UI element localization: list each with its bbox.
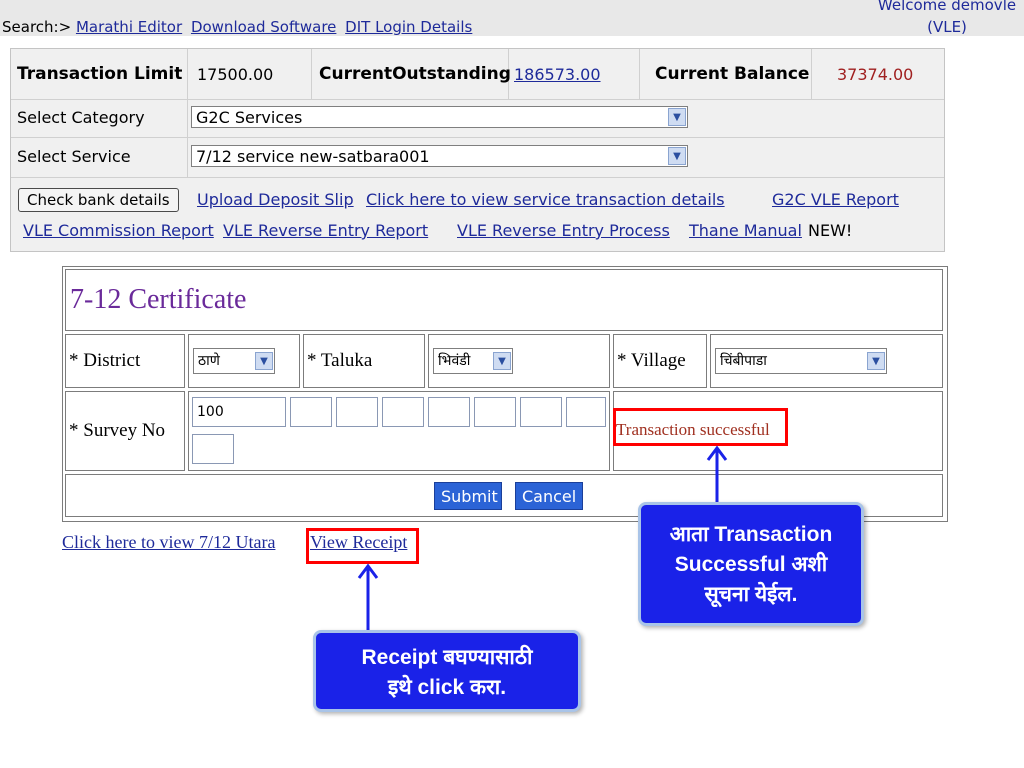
chevron-down-icon[interactable]: ▼ xyxy=(867,352,885,370)
divider xyxy=(187,49,188,177)
callout-line: सूचना येईल. xyxy=(704,583,798,606)
survey-subdivision-input[interactable] xyxy=(290,397,332,427)
callout-line: Receipt बघण्यासाठी xyxy=(361,646,533,669)
current-outstanding-link[interactable]: 186573.00 xyxy=(514,65,601,85)
select-category-label: Select Category xyxy=(17,108,145,127)
village-label: * Village xyxy=(617,350,686,371)
survey-label-cell: * Survey No xyxy=(65,391,185,471)
survey-inputs-cell: 100 xyxy=(188,391,610,471)
survey-subdivision-input[interactable] xyxy=(474,397,516,427)
vle-commission-report-link[interactable]: VLE Commission Report xyxy=(23,221,214,240)
welcome-user: Welcome demovle xyxy=(877,0,1017,14)
chevron-down-icon[interactable]: ▼ xyxy=(668,147,686,165)
divider xyxy=(311,49,312,99)
receipt-highlight xyxy=(306,528,419,564)
divider xyxy=(11,99,944,100)
village-selected: चिंबीपाडा xyxy=(720,353,767,369)
callout-line: Successful अशी xyxy=(674,553,828,576)
taluka-cell: भिवंडी ▼ xyxy=(428,334,610,388)
survey-label: * Survey No xyxy=(69,420,166,441)
g2c-vle-report-link[interactable]: G2C VLE Report xyxy=(772,190,899,209)
survey-number-input[interactable]: 100 xyxy=(192,397,286,427)
certificate-form: 7-12 Certificate * District ठाणे ▼ * Tal… xyxy=(62,266,948,522)
survey-subdivision-input[interactable] xyxy=(382,397,424,427)
taluka-selected: भिवंडी xyxy=(438,353,471,369)
view-utara-link[interactable]: Click here to view 7/12 Utara xyxy=(62,532,275,553)
download-software-link[interactable]: Download Software xyxy=(191,18,336,36)
select-service-label: Select Service xyxy=(17,147,131,166)
district-label: * District xyxy=(69,350,141,371)
view-service-transaction-link[interactable]: Click here to view service transaction d… xyxy=(366,190,725,209)
search-label: Search:> xyxy=(2,18,72,36)
survey-subdivision-input[interactable] xyxy=(192,434,234,464)
transaction-limit-label: Transaction Limit xyxy=(17,64,183,84)
vle-reverse-entry-report-link[interactable]: VLE Reverse Entry Report xyxy=(223,221,428,240)
survey-number-value: 100 xyxy=(197,404,224,420)
transaction-limit-value: 17500.00 xyxy=(197,65,274,84)
district-selected: ठाणे xyxy=(198,353,220,369)
welcome-role: (VLE) xyxy=(927,18,967,36)
taluka-select[interactable]: भिवंडी ▼ xyxy=(433,348,513,374)
cancel-button[interactable]: Cancel xyxy=(515,482,583,510)
check-bank-details-button[interactable]: Check bank details xyxy=(18,188,179,212)
village-label-cell: * Village xyxy=(613,334,707,388)
survey-subdivision-input[interactable] xyxy=(428,397,470,427)
transaction-callout: आता Transaction Successful अशी सूचना येई… xyxy=(638,502,864,626)
divider xyxy=(811,49,812,99)
arrow-up-icon xyxy=(706,445,728,504)
district-select[interactable]: ठाणे ▼ xyxy=(193,348,275,374)
status-highlight xyxy=(613,408,788,446)
marathi-editor-link[interactable]: Marathi Editor xyxy=(76,18,182,36)
divider xyxy=(11,177,944,178)
welcome-text: Welcome demovle (VLE) xyxy=(872,0,1022,38)
top-bar: Search:> Marathi Editor Download Softwar… xyxy=(0,0,1024,36)
arrow-up-icon xyxy=(357,563,379,632)
chevron-down-icon[interactable]: ▼ xyxy=(493,352,511,370)
thane-manual-link[interactable]: Thane Manual xyxy=(689,221,802,240)
new-badge: NEW! xyxy=(808,221,853,240)
current-outstanding-label: CurrentOutstanding xyxy=(319,64,511,84)
category-selected: G2C Services xyxy=(196,108,303,127)
account-info-panel: Transaction Limit 17500.00 CurrentOutsta… xyxy=(10,48,945,252)
dit-login-link[interactable]: DIT Login Details xyxy=(345,18,472,36)
survey-subdivision-input[interactable] xyxy=(336,397,378,427)
receipt-callout: Receipt बघण्यासाठी इथे click करा. xyxy=(313,630,581,712)
district-label-cell: * District xyxy=(65,334,185,388)
taluka-label: * Taluka xyxy=(307,350,373,371)
form-title-cell: 7-12 Certificate xyxy=(65,269,943,331)
chevron-down-icon[interactable]: ▼ xyxy=(668,108,686,126)
form-title: 7-12 Certificate xyxy=(70,284,247,315)
callout-line: आता Transaction xyxy=(669,523,833,546)
taluka-label-cell: * Taluka xyxy=(303,334,425,388)
chevron-down-icon[interactable]: ▼ xyxy=(255,352,273,370)
current-balance-value: 37374.00 xyxy=(837,65,914,84)
service-select[interactable]: 7/12 service new-satbara001 ▼ xyxy=(191,145,688,167)
service-selected: 7/12 service new-satbara001 xyxy=(196,147,430,166)
submit-button[interactable]: Submit xyxy=(434,482,502,510)
current-balance-label: Current Balance xyxy=(655,64,810,84)
vle-reverse-entry-process-link[interactable]: VLE Reverse Entry Process xyxy=(457,221,670,240)
survey-subdivision-input[interactable] xyxy=(566,397,606,427)
survey-subdivision-input[interactable] xyxy=(520,397,562,427)
divider xyxy=(11,137,944,138)
search-line: Search:> Marathi Editor Download Softwar… xyxy=(2,18,476,36)
divider xyxy=(639,49,640,99)
village-cell: चिंबीपाडा ▼ xyxy=(710,334,943,388)
village-select[interactable]: चिंबीपाडा ▼ xyxy=(715,348,887,374)
upload-deposit-slip-link[interactable]: Upload Deposit Slip xyxy=(197,190,354,209)
district-cell: ठाणे ▼ xyxy=(188,334,300,388)
callout-line: इथे click करा. xyxy=(387,676,507,699)
category-select[interactable]: G2C Services ▼ xyxy=(191,106,688,128)
